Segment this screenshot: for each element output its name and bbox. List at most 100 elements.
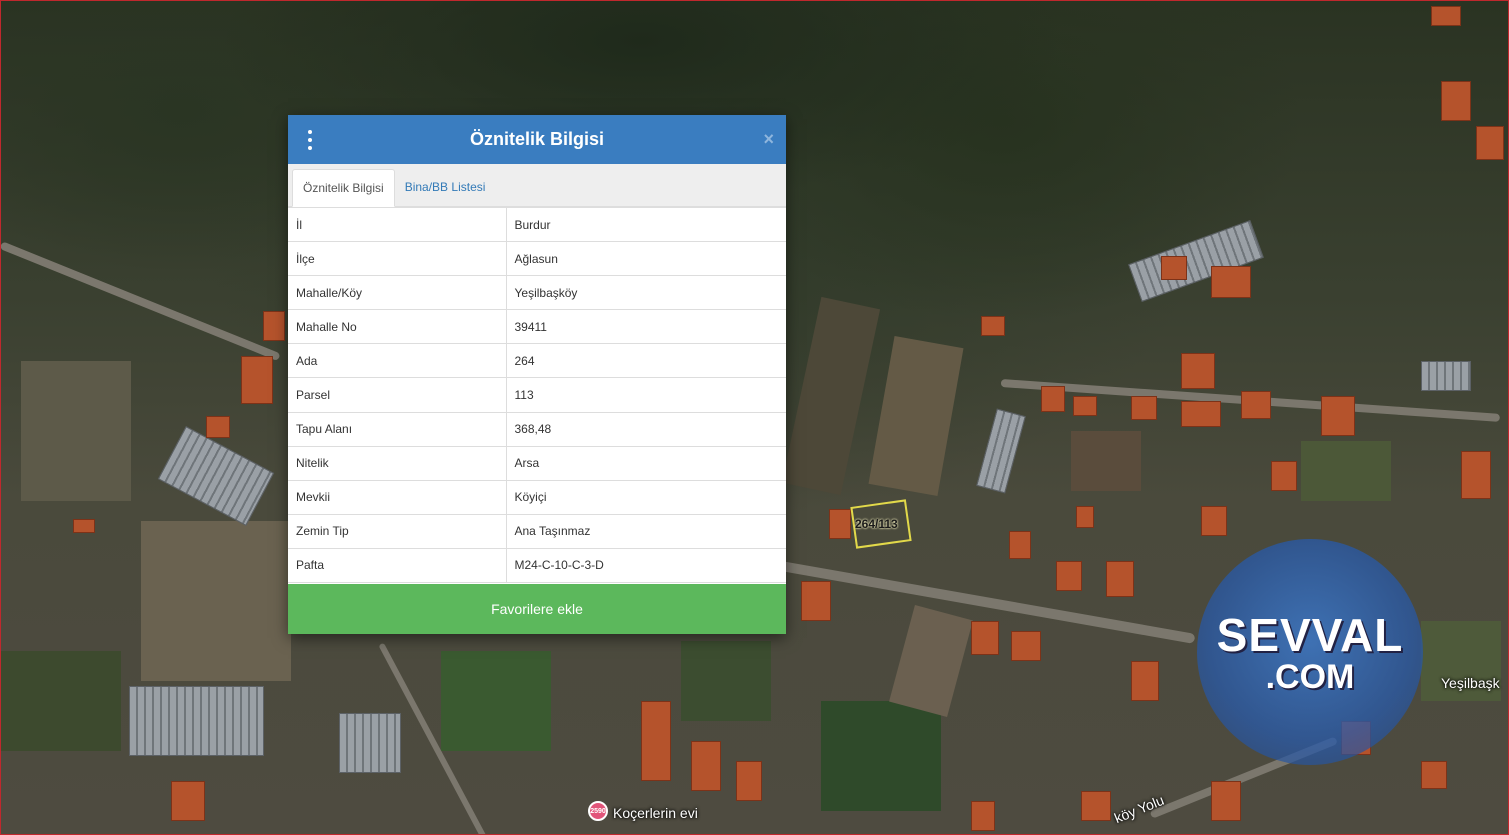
attribute-key: İlçe bbox=[288, 241, 507, 277]
attribute-key: Nitelik bbox=[288, 445, 507, 481]
map-building bbox=[73, 519, 95, 533]
map-building bbox=[971, 621, 999, 655]
map-greenhouse bbox=[339, 713, 401, 773]
attribute-key: Mevkii bbox=[288, 479, 507, 515]
map-field bbox=[889, 604, 973, 718]
map-greenhouse bbox=[157, 426, 275, 526]
table-row: Parsel 113 bbox=[288, 377, 786, 413]
map-road bbox=[1, 241, 281, 362]
attribute-value: Ana Taşınmaz bbox=[505, 513, 786, 549]
map-field bbox=[141, 521, 291, 681]
attribute-key: İl bbox=[288, 206, 507, 243]
watermark-domain: .COM bbox=[1265, 657, 1355, 696]
attribute-value: 113 bbox=[505, 377, 786, 413]
map-building bbox=[1106, 561, 1134, 597]
map-building bbox=[691, 741, 721, 791]
map-building bbox=[263, 311, 285, 341]
map-building bbox=[641, 701, 671, 781]
attribute-key: Parsel bbox=[288, 377, 507, 413]
map-building bbox=[1161, 256, 1187, 280]
map-building bbox=[1421, 761, 1447, 789]
attribute-key: Mahalle No bbox=[288, 309, 507, 345]
map-greenhouse bbox=[129, 686, 264, 756]
table-row: Mahalle/Köy Yeşilbaşköy bbox=[288, 275, 786, 311]
map-building bbox=[1181, 353, 1215, 389]
table-row: Tapu Alanı 368,48 bbox=[288, 411, 786, 447]
map-building bbox=[1211, 781, 1241, 821]
table-row: Mahalle No 39411 bbox=[288, 309, 786, 345]
add-to-favorites-button[interactable]: Favorilere ekle bbox=[288, 584, 786, 634]
map-building bbox=[1181, 401, 1221, 427]
attribute-key: Tapu Alanı bbox=[288, 411, 507, 447]
attribute-value: Burdur bbox=[505, 206, 786, 243]
table-row: Zemin Tip Ana Taşınmaz bbox=[288, 513, 786, 549]
table-row: Ada 264 bbox=[288, 343, 786, 379]
map-greenhouse bbox=[976, 408, 1026, 494]
map-greenhouse bbox=[1421, 361, 1471, 391]
map-building bbox=[1461, 451, 1491, 499]
map-building bbox=[1011, 631, 1041, 661]
map-building bbox=[1211, 266, 1251, 298]
tab-building-list[interactable]: Bina/BB Listesi bbox=[395, 168, 496, 206]
map-field bbox=[1, 651, 121, 751]
map-field bbox=[21, 361, 131, 501]
map-building bbox=[1271, 461, 1297, 491]
tab-attribute-info[interactable]: Öznitelik Bilgisi bbox=[292, 169, 395, 207]
table-row: Mevkii Köyiçi bbox=[288, 479, 786, 515]
map-building bbox=[981, 316, 1005, 336]
map-field bbox=[821, 701, 941, 811]
attribute-table: İl Burdur İlçe Ağlasun Mahalle/Köy Yeşilbaşkö… bbox=[288, 206, 786, 584]
attribute-value: M24-C-10-C-3-D bbox=[505, 547, 786, 584]
poi-marker-icon[interactable]: 2590 bbox=[588, 801, 608, 821]
menu-dots-icon[interactable] bbox=[306, 130, 314, 150]
map-building bbox=[1073, 396, 1097, 416]
map-building bbox=[1131, 396, 1157, 420]
attribute-key: Pafta bbox=[288, 547, 507, 584]
attribute-key: Zemin Tip bbox=[288, 513, 507, 549]
map-field bbox=[1071, 431, 1141, 491]
map-field bbox=[781, 296, 881, 496]
map-building bbox=[1041, 386, 1065, 412]
map-field bbox=[441, 651, 551, 751]
attribute-dialog: Öznitelik Bilgisi × Öznitelik Bilgisi Bi… bbox=[288, 115, 786, 634]
poi-label[interactable]: Koçerlerin evi bbox=[613, 805, 698, 821]
map-building bbox=[829, 509, 851, 539]
map-building bbox=[1076, 506, 1094, 528]
map-field bbox=[1301, 441, 1391, 501]
attribute-value: Ağlasun bbox=[505, 241, 786, 277]
map-building bbox=[1321, 396, 1355, 436]
parcel-label: 264/113 bbox=[855, 517, 898, 531]
dialog-header: Öznitelik Bilgisi × bbox=[288, 115, 786, 164]
map-building bbox=[1131, 661, 1159, 701]
attribute-value: 39411 bbox=[505, 309, 786, 345]
attribute-value: Köyiçi bbox=[505, 479, 786, 515]
map-building bbox=[1056, 561, 1082, 591]
watermark-logo: SEVVAL .COM bbox=[1197, 539, 1423, 765]
table-row: İl Burdur bbox=[288, 206, 786, 243]
map-building bbox=[1476, 126, 1504, 160]
map-building bbox=[1241, 391, 1271, 419]
map-building bbox=[736, 761, 762, 801]
place-label: Yeşilbaşk bbox=[1441, 675, 1500, 691]
attribute-value: 368,48 bbox=[505, 411, 786, 447]
map-field bbox=[681, 641, 771, 721]
attribute-value: Arsa bbox=[505, 445, 786, 481]
table-row: Pafta M24-C-10-C-3-D bbox=[288, 547, 786, 584]
attribute-key: Mahalle/Köy bbox=[288, 275, 507, 311]
map-building bbox=[241, 356, 273, 404]
map-building bbox=[1081, 791, 1111, 821]
map-building bbox=[971, 801, 995, 831]
table-row: İlçe Ağlasun bbox=[288, 241, 786, 277]
map-building bbox=[1441, 81, 1471, 121]
attribute-value: 264 bbox=[505, 343, 786, 379]
map-building bbox=[1201, 506, 1227, 536]
attribute-value: Yeşilbaşköy bbox=[505, 275, 786, 311]
watermark-text: SEVVAL bbox=[1216, 608, 1404, 661]
road-label: köy Yolu bbox=[1111, 791, 1167, 827]
map-building bbox=[1431, 6, 1461, 26]
map-building bbox=[171, 781, 205, 821]
map-building bbox=[206, 416, 230, 438]
map-building bbox=[1009, 531, 1031, 559]
close-icon[interactable]: × bbox=[763, 129, 774, 150]
map-building bbox=[801, 581, 831, 621]
